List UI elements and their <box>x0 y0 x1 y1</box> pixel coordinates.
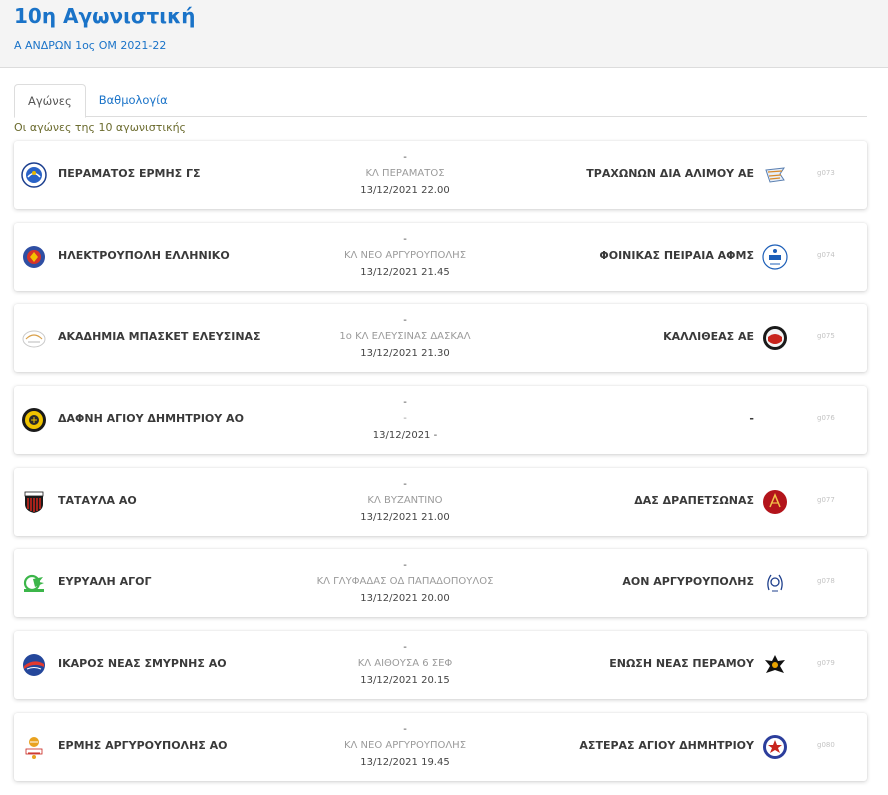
game-datetime: 13/12/2021 21.30 <box>360 348 450 360</box>
away-team-logo-icon <box>762 570 788 596</box>
game-datetime: 13/12/2021 20.00 <box>360 593 450 605</box>
away-team-name: - <box>749 412 754 426</box>
home-team-logo-icon <box>21 407 47 433</box>
game-card[interactable]: ΑΚΑΔΗΜΙΑ ΜΠΑΣΚΕΤ ΕΛΕΥΣΙΝΑΣ - 1ο ΚΛ ΕΛΕΥΣ… <box>14 304 867 373</box>
tab-games[interactable]: Αγώνες <box>14 84 86 118</box>
tab-standings[interactable]: Βαθμολογία <box>86 84 181 116</box>
game-venue: ΚΛ ΑΙΘΟΥΣΑ 6 ΣΕΦ <box>357 658 453 670</box>
game-datetime: 13/12/2021 20.15 <box>360 675 450 687</box>
game-score: - <box>403 560 407 572</box>
away-team-name: ΤΡΑΧΩΝΩΝ ΔΙΑ ΑΛΙΜΟΥ ΑΕ <box>586 167 754 180</box>
game-score: - <box>403 478 407 490</box>
home-team-logo-icon <box>21 244 47 270</box>
game-venue: ΚΛ ΝΕΟ ΑΡΓΥΡΟΥΠΟΛΗΣ <box>343 739 467 751</box>
game-info: - ΚΛ ΝΕΟ ΑΡΓΥΡΟΥΠΟΛΗΣ 13/12/2021 21.45 <box>305 232 505 281</box>
home-team-name: ΕΥΡΥΑΛΗ ΑΓΟΓ <box>58 575 152 589</box>
main-content: Αγώνες Βαθμολογία Οι αγώνες της 10 αγωνι… <box>0 68 888 781</box>
home-team-name: ΕΡΜΗΣ ΑΡΓΥΡΟΥΠΟΛΗΣ ΑΟ <box>58 738 228 752</box>
game-score: - <box>403 723 407 735</box>
game-card[interactable]: ΠΕΡΑΜΑΤΟΣ ΕΡΜΗΣ ΓΣ - ΚΛ ΠΕΡΑΜΑΤΟΣ 13/12/… <box>14 141 867 209</box>
home-team-name: ΗΛΕΚΤΡΟΥΠΟΛΗ ΕΛΛΗΝΙΚΟ <box>58 248 230 262</box>
home-team-logo-icon <box>21 734 47 760</box>
away-team-name: ΑΟΝ ΑΡΓΥΡΟΥΠΟΛΗΣ <box>622 575 754 589</box>
game-info: - ΚΛ ΒΥΖΑΝΤΙΝΟ 13/12/2021 21.00 <box>305 477 505 526</box>
away-team-logo-icon <box>762 162 788 188</box>
home-team-name: ΠΕΡΑΜΑΤΟΣ ΕΡΜΗΣ ΓΣ <box>58 167 201 180</box>
game-card[interactable]: ΔΑΦΝΗ ΑΓΙΟΥ ΔΗΜΗΤΡΙΟΥ ΑΟ - - 13/12/2021 … <box>14 386 867 455</box>
home-team-name: ΑΚΑΔΗΜΙΑ ΜΠΑΣΚΕΤ ΕΛΕΥΣΙΝΑΣ <box>58 330 261 344</box>
game-info: - 1ο ΚΛ ΕΛΕΥΣΙΝΑΣ ΔΑΣΚΑΛ 13/12/2021 21.3… <box>305 313 505 362</box>
game-code: g079 <box>817 659 835 668</box>
game-venue: 1ο ΚΛ ΕΛΕΥΣΙΝΑΣ ΔΑΣΚΑΛ <box>339 331 471 343</box>
game-code: g073 <box>817 169 835 177</box>
game-info: - ΚΛ ΓΛΥΦΑΔΑΣ ΟΔ ΠΑΠΑΔΟΠΟΥΛΟΣ 13/12/2021… <box>305 558 505 607</box>
game-venue: ΚΛ ΝΕΟ ΑΡΓΥΡΟΥΠΟΛΗΣ <box>343 249 467 261</box>
away-team-logo-icon <box>762 652 788 678</box>
away-team-logo-icon <box>762 325 788 351</box>
game-score: - <box>403 397 407 409</box>
game-score: - <box>403 152 407 163</box>
game-info: - ΚΛ ΑΙΘΟΥΣΑ 6 ΣΕΦ 13/12/2021 20.15 <box>305 640 505 689</box>
game-info: - - 13/12/2021 - <box>305 395 505 444</box>
game-datetime: 13/12/2021 19.45 <box>360 756 450 768</box>
game-info: - ΚΛ ΠΕΡΑΜΑΤΟΣ 13/12/2021 22.00 <box>305 150 505 199</box>
game-card[interactable]: ΕΥΡΥΑΛΗ ΑΓΟΓ - ΚΛ ΓΛΥΦΑΔΑΣ ΟΔ ΠΑΠΑΔΟΠΟΥΛ… <box>14 549 867 618</box>
game-code: g080 <box>817 740 835 749</box>
page-title: 10η Αγωνιστική <box>14 4 196 28</box>
game-datetime: 13/12/2021 - <box>372 430 438 442</box>
away-team-name: ΑΣΤΕΡΑΣ ΑΓΙΟΥ ΔΗΜΗΤΡΙΟΥ <box>579 738 754 752</box>
away-team-name: ΕΝΩΣΗ ΝΕΑΣ ΠΕΡΑΜΟΥ <box>609 657 754 671</box>
game-venue: ΚΛ ΓΛΥΦΑΔΑΣ ΟΔ ΠΑΠΑΔΟΠΟΥΛΟΣ <box>316 576 494 588</box>
home-team-name: ΙΚΑΡΟΣ ΝΕΑΣ ΣΜΥΡΝΗΣ ΑΟ <box>58 657 227 671</box>
game-datetime: 13/12/2021 21.45 <box>360 266 450 278</box>
home-team-name: ΔΑΦΝΗ ΑΓΙΟΥ ΔΗΜΗΤΡΙΟΥ ΑΟ <box>58 412 244 426</box>
game-venue: - <box>403 413 407 425</box>
home-team-name: ΤΑΤΑΥΛΑ ΑΟ <box>58 493 137 507</box>
game-venue: ΚΛ ΠΕΡΑΜΑΤΟΣ <box>365 168 445 179</box>
games-intro: Οι αγώνες της 10 αγωνιστικής <box>14 121 186 134</box>
home-team-logo-icon <box>21 652 47 678</box>
game-card[interactable]: ΕΡΜΗΣ ΑΡΓΥΡΟΥΠΟΛΗΣ ΑΟ - ΚΛ ΝΕΟ ΑΡΓΥΡΟΥΠΟ… <box>14 712 867 781</box>
game-code: g075 <box>817 332 835 341</box>
away-team-name: ΚΑΛΛΙΘΕΑΣ ΑΕ <box>663 330 754 344</box>
away-team-logo-icon <box>762 244 788 270</box>
game-score: - <box>403 233 407 245</box>
home-team-logo-icon <box>21 162 47 188</box>
games-list: ΠΕΡΑΜΑΤΟΣ ΕΡΜΗΣ ΓΣ - ΚΛ ΠΕΡΑΜΑΤΟΣ 13/12/… <box>14 141 867 781</box>
game-datetime: 13/12/2021 21.00 <box>360 511 450 523</box>
game-card[interactable]: ΤΑΤΑΥΛΑ ΑΟ - ΚΛ ΒΥΖΑΝΤΙΝΟ 13/12/2021 21.… <box>14 467 867 536</box>
game-score: - <box>403 642 407 654</box>
away-team-name: ΔΑΣ ΔΡΑΠΕΤΣΩΝΑΣ <box>634 493 754 507</box>
game-info: - ΚΛ ΝΕΟ ΑΡΓΥΡΟΥΠΟΛΗΣ 13/12/2021 19.45 <box>305 722 505 771</box>
game-score: - <box>403 315 407 327</box>
game-venue: ΚΛ ΒΥΖΑΝΤΙΝΟ <box>367 494 443 506</box>
game-code: g077 <box>817 495 835 504</box>
page-header: 10η Αγωνιστική Α ΑΝΔΡΩΝ 1ος ΟΜ 2021-22 <box>0 0 888 68</box>
game-code: g078 <box>817 577 835 586</box>
game-code: g074 <box>817 250 835 259</box>
game-card[interactable]: ΙΚΑΡΟΣ ΝΕΑΣ ΣΜΥΡΝΗΣ ΑΟ - ΚΛ ΑΙΘΟΥΣΑ 6 ΣΕ… <box>14 631 867 700</box>
home-team-logo-icon <box>21 570 47 596</box>
tab-bar: Αγώνες Βαθμολογία <box>14 84 867 118</box>
game-card[interactable]: ΗΛΕΚΤΡΟΥΠΟΛΗ ΕΛΛΗΝΙΚΟ - ΚΛ ΝΕΟ ΑΡΓΥΡΟΥΠΟ… <box>14 222 867 291</box>
game-code: g076 <box>817 414 835 423</box>
away-team-name: ΦΟΙΝΙΚΑΣ ΠΕΙΡΑΙΑ ΑΦΜΣ <box>599 248 754 262</box>
page-subtitle: Α ΑΝΔΡΩΝ 1ος ΟΜ 2021-22 <box>14 39 167 52</box>
game-datetime: 13/12/2021 22.00 <box>360 185 450 196</box>
home-team-logo-icon <box>21 325 47 351</box>
home-team-logo-icon <box>21 489 47 515</box>
away-team-logo-icon <box>762 734 788 760</box>
away-team-logo-icon <box>762 489 788 515</box>
